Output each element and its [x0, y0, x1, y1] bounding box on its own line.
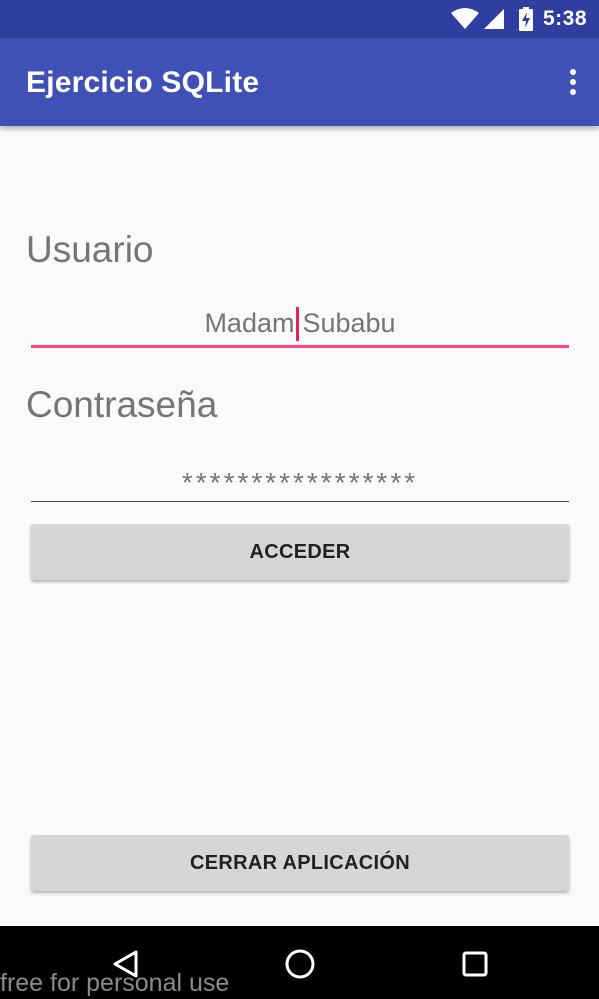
user-label: Usuario	[26, 229, 154, 270]
home-icon[interactable]	[280, 944, 320, 984]
app-bar: Ejercicio SQLite	[0, 38, 599, 126]
close-app-button[interactable]: CERRAR APLICACIÓN	[31, 835, 569, 891]
cell-signal-icon	[483, 8, 505, 30]
wifi-icon	[450, 8, 480, 30]
status-time: 5:38	[542, 7, 587, 30]
app-title: Ejercicio SQLite	[26, 66, 260, 99]
battery-charging-icon	[518, 7, 533, 31]
password-label: Contraseña	[26, 384, 218, 425]
password-input-text: *****************	[181, 467, 419, 498]
watermark-text: free for personal use	[0, 969, 230, 997]
user-input[interactable]: Madam Subabu	[31, 300, 569, 348]
app-screen: 5:38 Ejercicio SQLite Usuario Madam Subab…	[0, 0, 599, 999]
text-caret	[296, 307, 300, 341]
more-vert-icon[interactable]	[561, 62, 585, 102]
user-input-text-before: Madam	[204, 308, 295, 338]
status-icons: 5:38	[450, 0, 587, 38]
password-input[interactable]: *****************	[31, 454, 569, 502]
user-input-text-after: Subabu	[302, 308, 396, 338]
status-bar: 5:38	[0, 0, 599, 38]
login-button[interactable]: ACCEDER	[31, 524, 569, 580]
recent-apps-icon[interactable]	[455, 944, 495, 984]
